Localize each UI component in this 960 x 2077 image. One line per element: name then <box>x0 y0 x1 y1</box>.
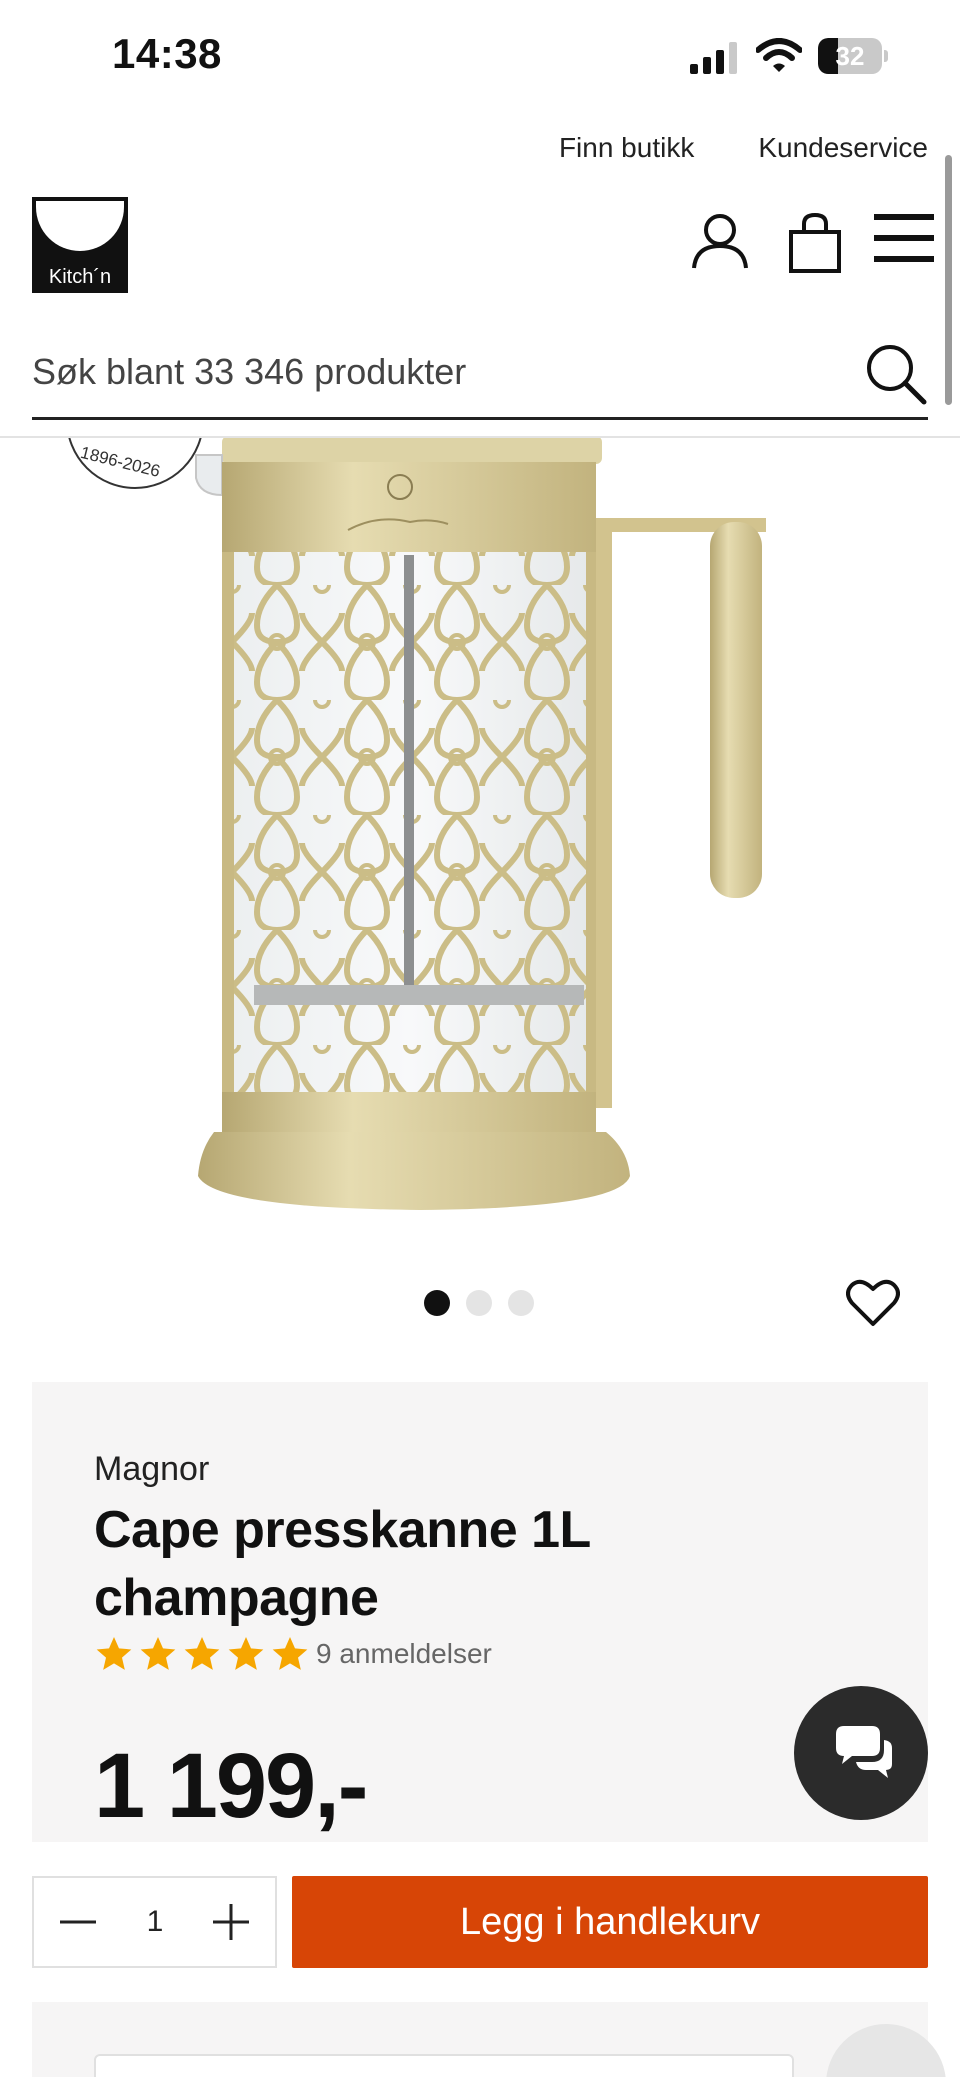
star-icon <box>96 1637 132 1670</box>
product-image[interactable]: 1896-2026 <box>0 438 960 1238</box>
chat-icon <box>836 1726 892 1778</box>
quantity-value[interactable]: 1 <box>114 1878 196 1966</box>
bottom-panel <box>32 2002 946 2077</box>
bottom-circle-button[interactable] <box>826 2024 946 2077</box>
star-icon <box>140 1637 176 1670</box>
product-brand[interactable]: Magnor <box>94 1450 209 1489</box>
product-price: 1 199,- <box>94 1735 368 1837</box>
carousel-dot-2[interactable] <box>466 1290 492 1316</box>
image-carousel-dots <box>424 1290 534 1316</box>
kitchn-logo[interactable]: Kitch´n <box>32 197 128 293</box>
plus-icon[interactable] <box>209 1900 253 1944</box>
top-links: Finn butikk Kundeservice <box>559 132 928 164</box>
product-title: Cape presskanne 1L champagne <box>94 1501 590 1627</box>
shopping-bag-icon[interactable] <box>788 212 842 274</box>
carousel-dot-1[interactable] <box>424 1290 450 1316</box>
page-scrollbar[interactable] <box>945 155 952 405</box>
status-time: 14:38 <box>112 30 222 77</box>
menu-icon[interactable] <box>874 212 934 264</box>
logo-text: Kitch´n <box>48 266 112 288</box>
minus-icon[interactable] <box>56 1900 100 1944</box>
bottom-field[interactable] <box>94 2054 794 2077</box>
add-to-cart-button[interactable]: Legg i handlekurv <box>292 1876 928 1968</box>
user-icon[interactable] <box>690 212 750 270</box>
wifi-icon <box>756 38 802 72</box>
star-icon <box>184 1637 220 1670</box>
status-bar: 14:38 32 <box>0 0 960 110</box>
cellular-signal-icon <box>690 42 737 74</box>
search-icon[interactable] <box>864 342 928 406</box>
customer-service-link[interactable]: Kundeservice <box>758 132 928 164</box>
star-icon <box>272 1637 308 1670</box>
product-rating[interactable]: 9 anmeldelser <box>94 1634 492 1674</box>
product-page: 14:38 32 Finn butikk Kundeservice Kitch´… <box>0 0 960 2077</box>
battery-level: 32 <box>835 41 865 71</box>
star-icon <box>228 1637 264 1670</box>
heart-icon[interactable] <box>846 1278 900 1328</box>
search-bar <box>32 330 928 420</box>
quantity-stepper: 1 <box>32 1876 277 1968</box>
french-press-image: 1896-2026 <box>68 438 766 1210</box>
rating-stars <box>94 1634 310 1674</box>
chat-button[interactable] <box>794 1686 928 1820</box>
battery-icon: 32 <box>818 38 888 74</box>
carousel-dot-3[interactable] <box>508 1290 534 1316</box>
review-count[interactable]: 9 anmeldelser <box>316 1638 492 1670</box>
find-store-link[interactable]: Finn butikk <box>559 132 694 164</box>
search-input[interactable] <box>32 330 852 414</box>
